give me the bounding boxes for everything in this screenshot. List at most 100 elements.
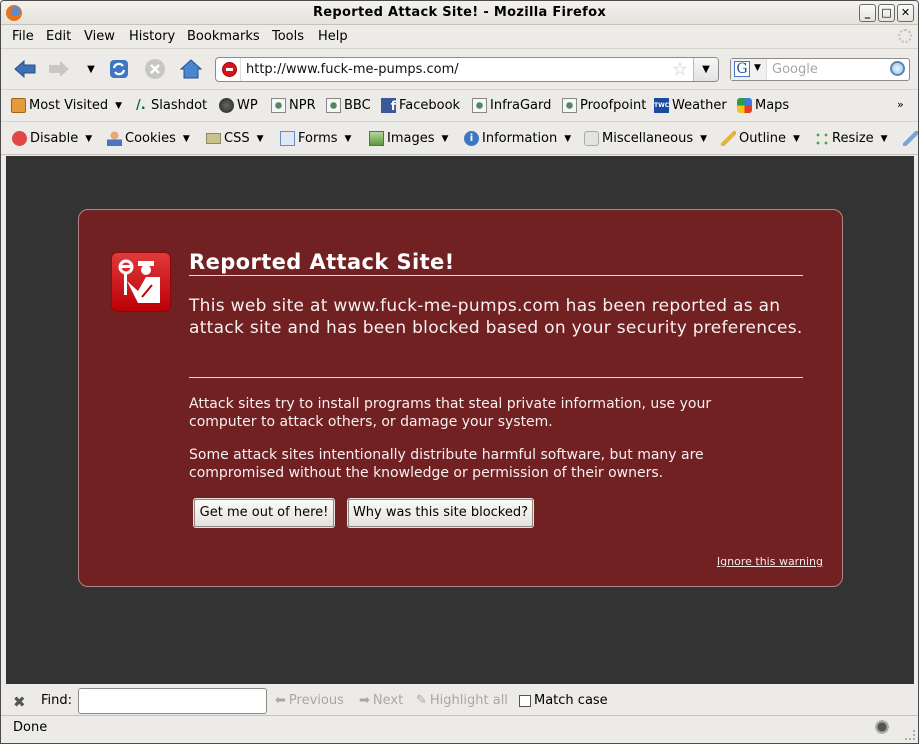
- menu-help[interactable]: Help: [318, 29, 348, 44]
- bookmark-slashdot[interactable]: /. Slashdot: [136, 98, 207, 113]
- maximize-button[interactable]: □: [878, 4, 895, 22]
- error-long-description-2: Some attack sites intentionally distribu…: [189, 447, 704, 481]
- bookmarks-toolbar: Most Visited ▼ /. Slashdot WP NPR BBC f F…: [1, 91, 918, 122]
- ignore-warning-link[interactable]: Ignore this warning: [717, 555, 823, 568]
- resize-grip[interactable]: [905, 730, 915, 740]
- url-dropdown-button[interactable]: ▼: [693, 58, 718, 81]
- divider: [189, 377, 803, 378]
- page-icon: [271, 98, 286, 113]
- find-previous-button[interactable]: ⬅ Previous: [275, 693, 344, 708]
- bookmark-facebook[interactable]: f Facebook: [381, 98, 460, 113]
- resize-icon: [814, 131, 829, 146]
- stop-button[interactable]: [143, 58, 167, 80]
- chevron-down-icon: ▼: [182, 133, 190, 144]
- bookmarks-overflow-button[interactable]: »: [897, 98, 904, 111]
- status-bar: Done: [1, 717, 918, 743]
- bookmark-bbc[interactable]: BBC: [326, 98, 371, 113]
- why-blocked-button[interactable]: Why was this site blocked?: [348, 499, 533, 527]
- url-bar[interactable]: http://www.fuck-me-pumps.com/ ☆ ▼: [215, 57, 719, 82]
- title-bar: Reported Attack Site! - Mozilla Firefox …: [1, 1, 918, 25]
- error-short-description: This web site at www.fuck-me-pumps.com h…: [189, 296, 803, 338]
- chevron-down-icon: ▼: [256, 133, 264, 144]
- search-icon[interactable]: [890, 61, 905, 76]
- menu-edit[interactable]: Edit: [46, 29, 71, 44]
- browser-window: Reported Attack Site! - Mozilla Firefox …: [0, 0, 919, 744]
- navigation-toolbar: ▼ http://www.fuck-me-pumps.com/ ☆ ▼ G ▼ …: [1, 50, 918, 90]
- wd-css-menu[interactable]: CSS ▼: [206, 131, 264, 146]
- menu-bar: File Edit View History Bookmarks Tools H…: [1, 25, 918, 49]
- bookmark-star-icon[interactable]: ☆: [672, 59, 688, 80]
- window-title: Reported Attack Site! - Mozilla Firefox: [312, 5, 607, 20]
- page-icon: [562, 98, 577, 113]
- menu-history[interactable]: History: [129, 29, 175, 44]
- bookmark-weather[interactable]: TWC Weather: [654, 98, 727, 113]
- previous-arrow-icon: ⬅: [275, 693, 286, 708]
- tools-icon: [903, 131, 918, 146]
- chevron-down-icon: ▼: [344, 133, 352, 144]
- menu-file[interactable]: File: [12, 29, 34, 44]
- next-arrow-icon: ➡: [359, 693, 370, 708]
- wd-disable-menu[interactable]: Disable ▼: [12, 131, 92, 146]
- error-page-container: Reported Attack Site! This web site at w…: [78, 209, 843, 587]
- url-text[interactable]: http://www.fuck-me-pumps.com/: [246, 62, 459, 77]
- bookmark-most-visited[interactable]: Most Visited ▼: [11, 98, 122, 113]
- match-case-checkbox[interactable]: Match case: [519, 693, 608, 708]
- weather-channel-icon: TWC: [654, 98, 669, 113]
- wd-miscellaneous-menu[interactable]: Miscellaneous ▼: [584, 131, 707, 146]
- chevron-down-icon: ▼: [441, 133, 449, 144]
- bookmark-infragard[interactable]: InfraGard: [472, 98, 551, 113]
- error-title: Reported Attack Site!: [189, 250, 455, 274]
- forms-icon: [280, 131, 295, 146]
- home-button[interactable]: [179, 58, 203, 80]
- chevron-down-icon: ▼: [564, 133, 572, 144]
- get-me-out-button[interactable]: Get me out of here!: [194, 499, 334, 527]
- wd-resize-menu[interactable]: Resize ▼: [814, 131, 888, 146]
- bookmark-maps[interactable]: Maps: [737, 98, 789, 113]
- wd-tools-menu[interactable]: [903, 131, 918, 146]
- forward-button[interactable]: [47, 58, 71, 80]
- wd-images-menu[interactable]: Images ▼: [369, 131, 448, 146]
- wd-information-menu[interactable]: i Information ▼: [464, 131, 571, 146]
- wd-forms-menu[interactable]: Forms ▼: [280, 131, 351, 146]
- search-box[interactable]: G ▼ Google: [730, 58, 910, 81]
- search-input[interactable]: Google: [772, 62, 818, 77]
- find-label: Find:: [41, 693, 73, 708]
- facebook-icon: f: [381, 98, 396, 113]
- wd-outline-menu[interactable]: Outline ▼: [721, 131, 800, 146]
- page-icon: [326, 98, 341, 113]
- throbber-icon: [898, 29, 912, 43]
- css-icon: [206, 133, 221, 144]
- back-button[interactable]: [13, 58, 37, 80]
- chevron-down-icon: ▼: [700, 133, 708, 144]
- highlight-all-button[interactable]: ✎ Highlight all: [416, 693, 508, 708]
- slashdot-icon: /.: [136, 98, 146, 113]
- reload-button[interactable]: [107, 58, 131, 80]
- attack-site-icon: [111, 252, 171, 312]
- history-dropdown-button[interactable]: ▼: [79, 58, 103, 80]
- menu-bookmarks[interactable]: Bookmarks: [187, 29, 260, 44]
- bookmark-wp[interactable]: WP: [219, 98, 258, 113]
- menu-view[interactable]: View: [84, 29, 115, 44]
- site-blocked-icon: [222, 62, 237, 77]
- wd-cookies-menu[interactable]: Cookies ▼: [107, 131, 190, 146]
- minimize-button[interactable]: _: [859, 4, 876, 22]
- close-button[interactable]: ✕: [897, 4, 914, 22]
- disable-icon: [12, 131, 27, 146]
- bookmark-proofpoint[interactable]: Proofpoint: [562, 98, 646, 113]
- page-icon: [472, 98, 487, 113]
- highlighter-icon: ✎: [416, 693, 427, 708]
- find-next-button[interactable]: ➡ Next: [359, 693, 403, 708]
- find-input[interactable]: [78, 688, 267, 714]
- divider: [189, 275, 803, 276]
- web-developer-toolbar: Disable ▼ Cookies ▼ CSS ▼ Forms ▼ Images ▼ i …: [1, 123, 918, 155]
- bookmark-npr[interactable]: NPR: [271, 98, 316, 113]
- search-engine-selector[interactable]: G ▼: [731, 59, 767, 80]
- menu-tools[interactable]: Tools: [272, 29, 304, 44]
- cookies-icon: [107, 131, 122, 146]
- chevron-down-icon: ▼: [880, 133, 888, 144]
- firebug-icon[interactable]: [874, 719, 890, 735]
- checkbox-icon[interactable]: [519, 694, 531, 707]
- google-maps-icon: [737, 98, 752, 113]
- find-bar: ✖ Find: ⬅ Previous ➡ Next ✎ Highlight all M…: [1, 686, 918, 716]
- close-findbar-icon[interactable]: ✖: [13, 693, 26, 711]
